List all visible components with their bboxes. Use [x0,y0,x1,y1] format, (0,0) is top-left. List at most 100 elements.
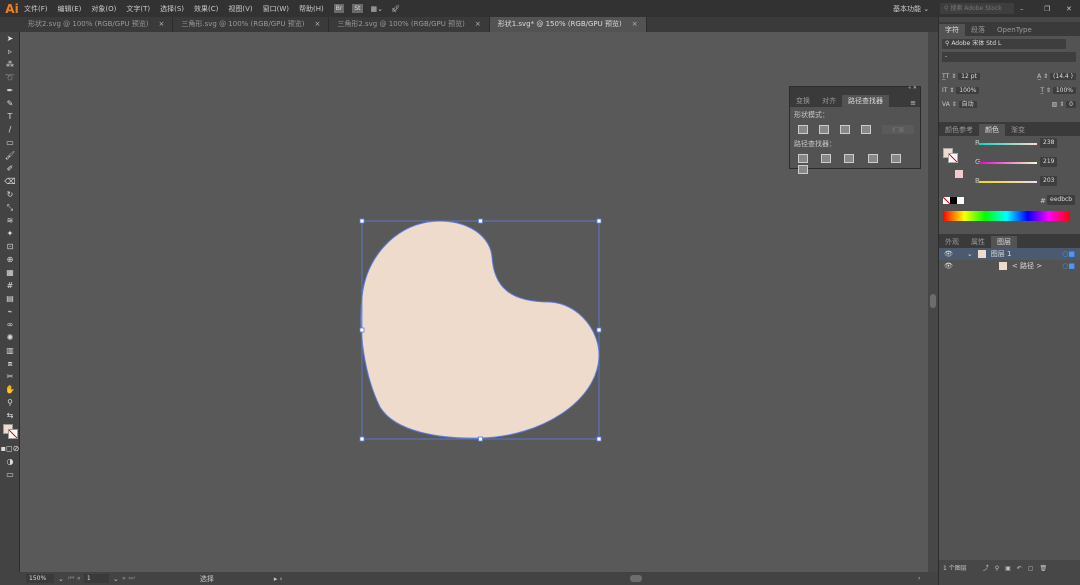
tab-triangle[interactable]: 三角形.svg @ 100% (RGB/GPU 预览) × [173,17,330,32]
kerning-field[interactable]: VA ⇕ 自动 [942,100,977,110]
curvature-tool-icon[interactable]: ✎ [0,97,20,110]
panel-close-icon[interactable]: « ✕ [908,85,917,91]
expand-chevron-icon[interactable]: ⌄ [967,250,973,258]
close-tab-icon[interactable]: × [632,20,638,28]
bridge-button[interactable]: Br [333,4,345,13]
artboard-field[interactable]: 1 [83,574,109,583]
hex-field[interactable]: eedbcb [1047,195,1076,205]
horizontal-scroll-thumb[interactable] [630,575,642,582]
perspective-grid-tool-icon[interactable]: ▦ [0,266,20,279]
minimize-button[interactable]: – [1020,5,1024,13]
vertical-scrollbar[interactable] [928,32,938,572]
out-of-gamut-swatch[interactable] [955,170,963,178]
prev-artboard-icon[interactable]: ⏮ ◂ [68,574,80,583]
artboard-dropdown-icon[interactable]: ⌄ [113,575,119,583]
color-spectrum[interactable] [943,211,1070,221]
puppet-warp-tool-icon[interactable]: ✦ [0,227,20,240]
column-graph-tool-icon[interactable]: ▥ [0,344,20,357]
vertical-scale-field[interactable]: IT ⇕ 100% [942,86,980,96]
eraser-tool-icon[interactable]: ⌫ [0,175,20,188]
rocket-icon[interactable]: 🚀︎ [391,5,400,13]
b-value[interactable]: 203 [1040,176,1058,186]
mesh-tool-icon[interactable]: # [0,279,20,292]
blend-tool-icon[interactable]: ∞ [0,318,20,331]
tab-color-guide[interactable]: 颜色参考 [939,124,979,136]
tab-pathfinder[interactable]: 路径查找器 [842,95,889,107]
restore-button[interactable]: ❐ [1044,5,1050,13]
free-transform-tool-icon[interactable]: ⊡ [0,240,20,253]
eyedropper-tool-icon[interactable]: ⌁ [0,305,20,318]
status-menu-icon[interactable]: ▸ ‹ [274,575,283,583]
tab-align[interactable]: 对齐 [816,95,842,107]
menu-object[interactable]: 对象(O) [91,4,116,14]
font-size-field[interactable]: T̲T ⇕ 12 pt [942,72,980,82]
close-tab-icon[interactable]: × [159,20,165,28]
type-tool-icon[interactable]: T [0,110,20,123]
g-slider[interactable] [979,162,1037,164]
visibility-eye-icon[interactable]: 👁︎ [944,262,953,270]
b-slider[interactable] [979,181,1037,183]
drawing-mode-icon[interactable]: ◑ [0,455,20,468]
font-family-select[interactable]: ⚲ Adobe 宋体 Std L [942,39,1066,49]
tab-layers[interactable]: 图层 [991,236,1017,248]
tab-paragraph[interactable]: 段落 [965,24,991,36]
warp-tool-icon[interactable]: ≋ [0,214,20,227]
close-tab-icon[interactable]: × [475,20,481,28]
menu-type[interactable]: 文字(T) [126,4,150,14]
stock-button[interactable]: St [352,4,363,13]
menu-effect[interactable]: 效果(C) [194,4,218,14]
exclude-icon[interactable] [861,125,871,134]
line-tool-icon[interactable]: / [0,123,20,136]
direct-selection-tool-icon[interactable]: ▹ [0,45,20,58]
zoom-dropdown-icon[interactable]: ⌄ [58,575,64,583]
merge-icon[interactable] [844,154,855,163]
tab-shape2[interactable]: 形状2.svg @ 100% (RGB/GPU 预览) × [0,17,174,32]
tracking-field[interactable]: ▨ ⇕ 0 [1052,100,1076,110]
layer-row[interactable]: 👁︎ < 路径 > ○■ [939,260,1080,272]
screen-mode-icon[interactable]: ▭ [0,468,20,481]
layer-action-icons[interactable]: ⤴⚲▣↶▢🗑︎ [983,563,1053,572]
tab-opentype[interactable]: OpenType [991,24,1038,36]
swap-colors-icon[interactable]: ⇆ [0,409,20,422]
slice-tool-icon[interactable]: ✂ [0,370,20,383]
tab-character[interactable]: 字符 [939,24,965,36]
tab-triangle2[interactable]: 三角形2.svg @ 100% (RGB/GPU 预览) × [329,17,490,32]
tab-transform[interactable]: 变换 [790,95,816,107]
paintbrush-tool-icon[interactable]: 🖌︎ [0,149,20,162]
symbol-sprayer-tool-icon[interactable]: ✺ [0,331,20,344]
arrange-documents-icon[interactable]: ▦⌄ [371,5,383,13]
r-slider[interactable] [979,143,1037,145]
tab-shape1[interactable]: 形状1.svg* @ 150% (RGB/GPU 预览) × [489,17,647,32]
minus-front-icon[interactable] [819,125,829,134]
lasso-tool-icon[interactable]: ➰ [0,71,20,84]
crop-icon[interactable] [867,154,878,163]
trim-icon[interactable] [821,154,832,163]
outline-icon[interactable] [890,154,901,163]
shaper-tool-icon[interactable]: ✐ [0,162,20,175]
tab-gradient[interactable]: 渐变 [1005,124,1031,136]
menu-help[interactable]: 帮助(H) [299,4,324,14]
g-value[interactable]: 219 [1040,157,1058,167]
scroll-right-icon[interactable]: › [918,575,920,582]
rectangle-tool-icon[interactable]: ▭ [0,136,20,149]
zoom-tool-icon[interactable]: ⚲ [0,396,20,409]
menu-edit[interactable]: 编辑(E) [58,4,82,14]
visibility-eye-icon[interactable]: 👁︎ [944,250,953,258]
expand-button[interactable]: 扩展 [882,125,915,134]
close-tab-icon[interactable]: × [314,20,320,28]
menu-view[interactable]: 视图(V) [228,4,252,14]
leading-field[interactable]: A̲ ⇕ (14.4 ) [1037,72,1076,82]
next-artboard-icon[interactable]: ▸ ⏭ [123,574,135,583]
intersect-icon[interactable] [840,125,850,134]
scroll-thumb[interactable] [930,294,936,308]
layer-row[interactable]: 👁︎ ⌄ 图层 1 ○■ [939,248,1080,260]
menu-select[interactable]: 选择(S) [160,4,184,14]
scale-tool-icon[interactable]: ⤡ [0,201,20,214]
menu-window[interactable]: 窗口(W) [263,4,289,14]
hand-tool-icon[interactable]: ✋ [0,383,20,396]
zoom-field[interactable]: 150% [26,574,54,583]
color-mode-icons[interactable]: ▪◻⊘ [0,442,20,455]
selection-tool-icon[interactable]: ➤ [0,32,20,45]
target-icon[interactable]: ○■ [1062,250,1075,258]
close-window-button[interactable]: ✕ [1066,5,1072,13]
